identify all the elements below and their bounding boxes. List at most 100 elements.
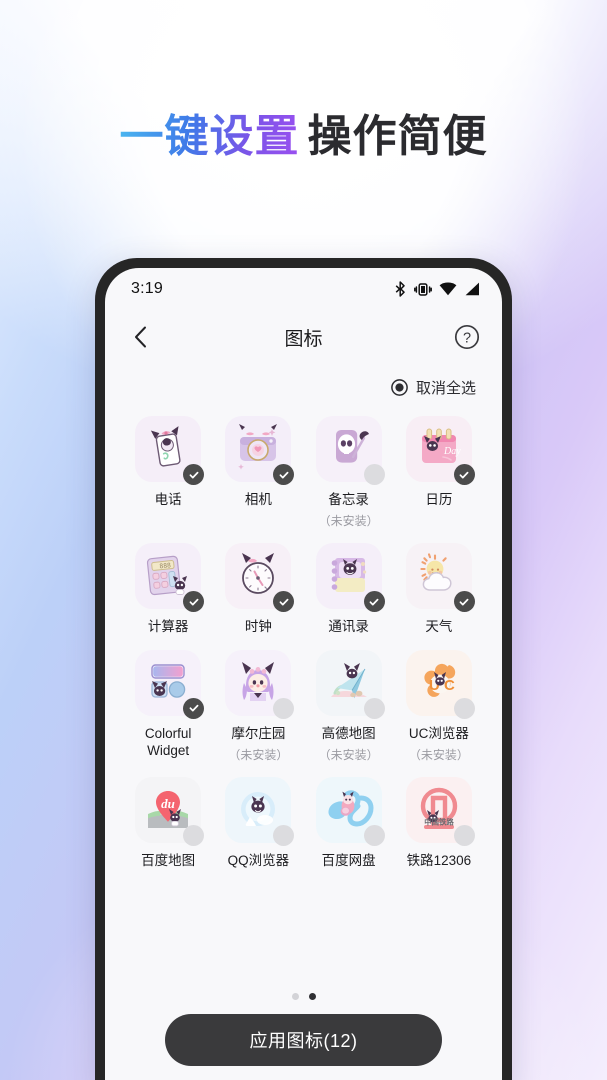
unselected-badge[interactable]: [273, 697, 295, 719]
icon-tile-holder: [135, 649, 205, 719]
deselect-all-control[interactable]: 取消全选: [105, 364, 502, 410]
promo-headline: 一键设置 操作简便: [0, 100, 607, 164]
icon-tile-holder: [315, 543, 385, 613]
status-bar-time: 3:19: [131, 280, 163, 297]
svg-text:888: 888: [159, 562, 171, 571]
headline-dark-text: 操作简便: [307, 111, 488, 162]
svg-text:中国铁路: 中国铁路: [424, 817, 454, 826]
unselected-badge[interactable]: [363, 464, 385, 485]
icon-grid-row: du 百度地图 QQ浏览器 百度网盘 中国铁路 铁路12306: [123, 776, 484, 883]
icon-tile-holder: [225, 543, 295, 613]
unselected-badge[interactable]: [363, 824, 385, 846]
icon-tile-holder: [315, 649, 385, 719]
help-circle-icon: ?: [454, 324, 480, 350]
icon-label: 铁路12306: [406, 852, 472, 868]
selected-badge[interactable]: [273, 464, 295, 485]
icon-tile-holder: [405, 543, 475, 613]
check-icon: [369, 598, 379, 606]
not-installed-note: （未安装）: [408, 747, 469, 762]
icon-label: UC浏览器: [408, 725, 469, 741]
icon-label: 电话: [154, 492, 182, 507]
unselected-badge[interactable]: [453, 697, 475, 719]
headline-gradient-text: 一键设置: [119, 111, 300, 162]
deselect-all-label: 取消全选: [415, 379, 476, 397]
icon-label: 通讯录: [328, 619, 369, 635]
selected-badge[interactable]: [273, 591, 295, 613]
check-icon: [189, 471, 199, 478]
page-title: 图标: [284, 328, 323, 350]
vibrate-icon: [414, 282, 432, 296]
icon-tile-holder: [315, 416, 385, 485]
icon-grid-item[interactable]: QQ浏览器: [213, 776, 303, 883]
icon-label: 百度网盘: [321, 852, 376, 868]
selected-badge[interactable]: [183, 697, 205, 719]
back-button[interactable]: [123, 320, 157, 354]
unselected-badge[interactable]: [273, 824, 295, 846]
icon-grid-item[interactable]: 天气: [394, 543, 484, 649]
svg-text:du: du: [161, 796, 175, 811]
icon-label: 计算器: [147, 619, 189, 635]
not-installed-note: （未安装）: [228, 747, 289, 762]
icon-grid-item[interactable]: Colorful Widget: [123, 649, 213, 777]
page-dot[interactable]: [291, 993, 299, 1000]
check-icon: [189, 704, 199, 712]
icon-grid-item[interactable]: 电话: [123, 416, 213, 543]
icon-label: QQ浏览器: [227, 852, 290, 868]
not-installed-note: （未安装）: [318, 747, 379, 762]
radio-selected-icon: [391, 378, 408, 396]
icon-tile-holder: [225, 416, 295, 485]
icon-tile-holder: du: [135, 776, 205, 846]
selected-badge[interactable]: [183, 464, 205, 485]
page-dot[interactable]: [308, 993, 316, 1000]
unselected-badge[interactable]: [363, 697, 385, 719]
icon-tile-holder: U C: [405, 649, 475, 719]
cta-container: 应用图标(12): [105, 1014, 502, 1080]
icon-grid-item[interactable]: 888 计算器: [123, 543, 213, 649]
check-icon: [279, 598, 289, 606]
icon-label: 备忘录: [328, 492, 369, 507]
icon-grid-item[interactable]: 相机: [213, 416, 303, 543]
icon-grid-item[interactable]: Day 日历: [394, 416, 484, 543]
svg-text:C: C: [444, 677, 455, 694]
icon-tile-holder: 中国铁路: [405, 776, 475, 846]
unselected-badge[interactable]: [453, 824, 475, 846]
chevron-left-icon: [134, 326, 146, 348]
icon-grid-item[interactable]: du 百度地图: [123, 776, 213, 883]
icon-grid-item[interactable]: 高德地图 （未安装）: [304, 649, 394, 777]
icon-tile-holder: [135, 416, 205, 485]
icon-tile-holder: [315, 776, 385, 846]
check-icon: [459, 598, 469, 606]
icon-label: 高德地图: [321, 725, 376, 741]
icon-grid-row: Colorful Widget 摩尔庄园 （未安装） 高德地图 （未安装） U …: [123, 649, 484, 777]
status-bar-icons: [394, 281, 480, 297]
icon-grid-row: 电话 相机 备忘录 （未安装） Day 日历: [123, 416, 484, 543]
not-installed-note: （未安装）: [318, 514, 379, 529]
icon-label: 时钟: [244, 619, 272, 635]
icon-label: 相机: [244, 492, 272, 507]
check-icon: [279, 471, 289, 478]
icon-grid-item[interactable]: 通讯录: [304, 543, 394, 649]
svg-text:?: ?: [463, 330, 471, 346]
unselected-badge[interactable]: [183, 824, 205, 846]
icon-grid-item[interactable]: 中国铁路铁路12306: [394, 776, 484, 883]
icon-tile-holder: [225, 649, 295, 719]
app-bar: 图标 ?: [105, 310, 502, 364]
selected-badge[interactable]: [363, 591, 385, 613]
icon-label: 摩尔庄园: [231, 725, 286, 741]
icon-grid-item[interactable]: 摩尔庄园 （未安装）: [213, 649, 303, 777]
page-indicator[interactable]: [105, 989, 502, 1014]
icon-grid-item[interactable]: 百度网盘: [304, 776, 394, 883]
icon-grid-item[interactable]: 备忘录 （未安装）: [304, 416, 394, 543]
apply-icons-button[interactable]: 应用图标(12): [165, 1014, 442, 1066]
icon-tile-holder: 888: [135, 543, 205, 613]
selected-badge[interactable]: [453, 591, 475, 613]
icon-grid-item[interactable]: 时钟: [213, 543, 303, 649]
wifi-icon: [439, 282, 457, 296]
check-icon: [189, 598, 199, 606]
selected-badge[interactable]: [183, 591, 205, 613]
icon-label: 天气: [425, 619, 453, 635]
icon-grid-item[interactable]: U C UC浏览器 （未安装）: [394, 649, 484, 777]
help-button[interactable]: ?: [450, 320, 484, 354]
icon-grid: 电话 相机 备忘录 （未安装） Day 日历 888 计算器 时钟 通讯录 天气…: [105, 410, 502, 989]
selected-badge[interactable]: [453, 464, 475, 485]
